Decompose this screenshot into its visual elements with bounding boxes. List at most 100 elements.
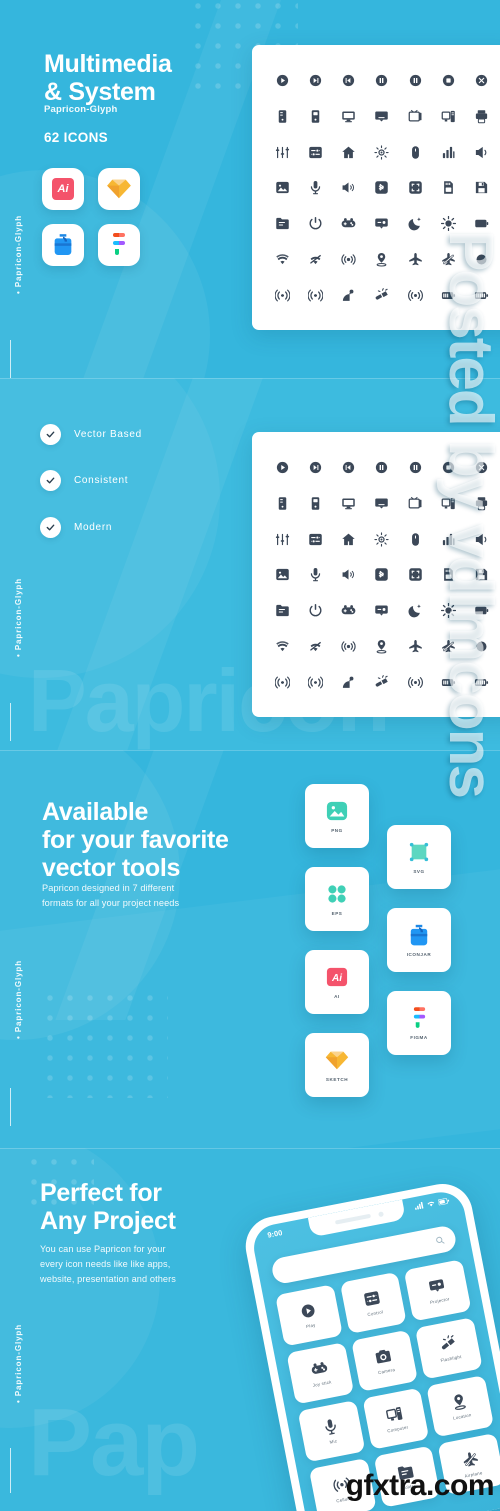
format-card-svg[interactable]: SVG: [387, 825, 451, 889]
battery-box-icon: [474, 603, 489, 618]
computer-icon: [441, 496, 456, 511]
side-rail-label: • Papricon-Glyph: [14, 215, 23, 294]
app-tile-label: Joy stick: [312, 1379, 332, 1388]
tool-badges: Ai: [42, 168, 140, 266]
section-divider: [0, 1148, 500, 1149]
broadcast-alt-icon: [308, 675, 324, 690]
app-tile[interactable]: Computer: [362, 1387, 430, 1450]
app-tile[interactable]: Play: [275, 1284, 343, 1347]
app-tile[interactable]: Cellular: [308, 1458, 377, 1511]
mic-icon: [308, 180, 323, 195]
speaker-left-icon: [474, 532, 489, 547]
bluetooth-icon: [374, 567, 389, 582]
broadcast-icon: [275, 675, 291, 690]
bluetooth-icon: [374, 180, 389, 195]
control-icon: [308, 532, 323, 547]
feature-item-1[interactable]: Consistent: [40, 470, 128, 491]
vt-body-line1: Papricon designed in 7 different: [42, 883, 175, 893]
folder-icon: [396, 1462, 416, 1482]
icon-panel-1: [252, 45, 500, 330]
format-card-ai[interactable]: Ai AI: [305, 950, 369, 1014]
format-card-figma[interactable]: FIGMA: [387, 991, 451, 1055]
stop-icon: [441, 460, 456, 475]
eps-icon: [325, 882, 349, 906]
feature-label: Vector Based: [74, 429, 142, 440]
format-card-sketch[interactable]: SKETCH: [305, 1033, 369, 1097]
side-rail-line: [10, 703, 11, 741]
fullscreen-icon: [408, 180, 423, 195]
floppy-icon: [474, 180, 489, 195]
app-tile[interactable]: Control: [339, 1271, 408, 1334]
app-tile-label: Projector: [429, 1296, 450, 1305]
iconjar-icon: [407, 923, 431, 947]
battery-low-icon: [441, 675, 456, 690]
airplane-off-icon: [441, 639, 456, 654]
phone-screen: 9:00 Play Control Projector Joy stick Camera: [249, 1188, 500, 1511]
hero-title-line1: Multimedia: [44, 50, 172, 78]
app-tile[interactable]: Mic: [297, 1400, 366, 1463]
front-camera-icon: [378, 1210, 384, 1217]
feature-item-0[interactable]: Vector Based: [40, 424, 142, 445]
side-rail: • Papricon-Glyph: [14, 215, 36, 294]
feature-label: Modern: [74, 522, 113, 533]
app-tile[interactable]: Flashlight: [415, 1317, 483, 1380]
app-tile[interactable]: Camera: [350, 1329, 419, 1392]
device-icon: [308, 109, 323, 124]
badge-figma[interactable]: [98, 224, 140, 266]
play-icon: [298, 1301, 318, 1321]
check-icon: [40, 424, 61, 445]
play-icon: [275, 73, 290, 88]
side-rail-line: [10, 1448, 11, 1493]
folder-icon: [275, 216, 290, 231]
app-tile[interactable]: Airplane: [437, 1432, 500, 1496]
format-card-label: SVG: [413, 869, 425, 874]
feature-item-2[interactable]: Modern: [40, 517, 112, 538]
badge-sketch[interactable]: [98, 168, 140, 210]
satellite-dish-icon: [341, 288, 356, 303]
sun-icon: [440, 603, 456, 619]
format-card-iconjar[interactable]: ICONJAR: [387, 908, 451, 972]
side-rail: • Papricon-Glyph: [14, 578, 36, 657]
sketch-icon: [325, 1048, 349, 1072]
app-tile-label: Mic: [329, 1438, 338, 1445]
vector-tools-section: • Papricon-Glyph Available for your favo…: [0, 750, 500, 1148]
chart-bars-icon: [441, 532, 456, 547]
mouse-icon: [408, 145, 423, 160]
app-tile[interactable]: Projector: [404, 1259, 472, 1322]
battery-box-icon: [474, 216, 489, 231]
cellular-icon: [332, 1475, 352, 1495]
device-icon: [308, 496, 323, 511]
vector-tools-title: Available for your favorite vector tools: [42, 798, 229, 882]
project-body-line2: every icon needs like like apps,: [40, 1259, 171, 1270]
pause-alt-icon: [408, 460, 423, 475]
home-icon: [341, 532, 356, 547]
pause-alt-icon: [408, 73, 423, 88]
badge-ai[interactable]: Ai: [42, 168, 84, 210]
phone-app-grid: Play Control Projector Joy stick Camera Flash…: [275, 1259, 500, 1511]
app-tile[interactable]: Joy stick: [286, 1342, 354, 1405]
app-tile-label: Cellular: [335, 1495, 354, 1504]
speaker-grill-icon: [334, 1213, 371, 1225]
format-card-png[interactable]: PNG: [305, 784, 369, 848]
check-icon: [40, 470, 61, 491]
memory-card-icon: [441, 180, 456, 195]
moon-icon: [408, 216, 423, 231]
flashlight-icon: [438, 1334, 458, 1354]
badge-iconjar[interactable]: [42, 224, 84, 266]
flashlight-icon: [374, 674, 389, 690]
format-card-eps[interactable]: EPS: [305, 867, 369, 931]
location-icon: [374, 639, 389, 654]
vector-tools-body: Papricon designed in 7 different formats…: [42, 881, 179, 911]
server-icon: [275, 496, 290, 511]
play-previous-icon: [341, 73, 356, 88]
signal-icon: [414, 1201, 424, 1210]
app-tile[interactable]: Location: [426, 1375, 495, 1438]
side-rail: • Papricon-Glyph: [14, 960, 36, 1039]
play-icon: [275, 460, 290, 475]
stop-icon: [441, 73, 456, 88]
app-tile[interactable]: Folder: [373, 1445, 441, 1508]
dot-pattern: [40, 988, 168, 1098]
hero-title: Multimedia & System: [44, 50, 172, 106]
svg-icon: [407, 840, 431, 864]
figma-icon: [407, 1006, 431, 1030]
